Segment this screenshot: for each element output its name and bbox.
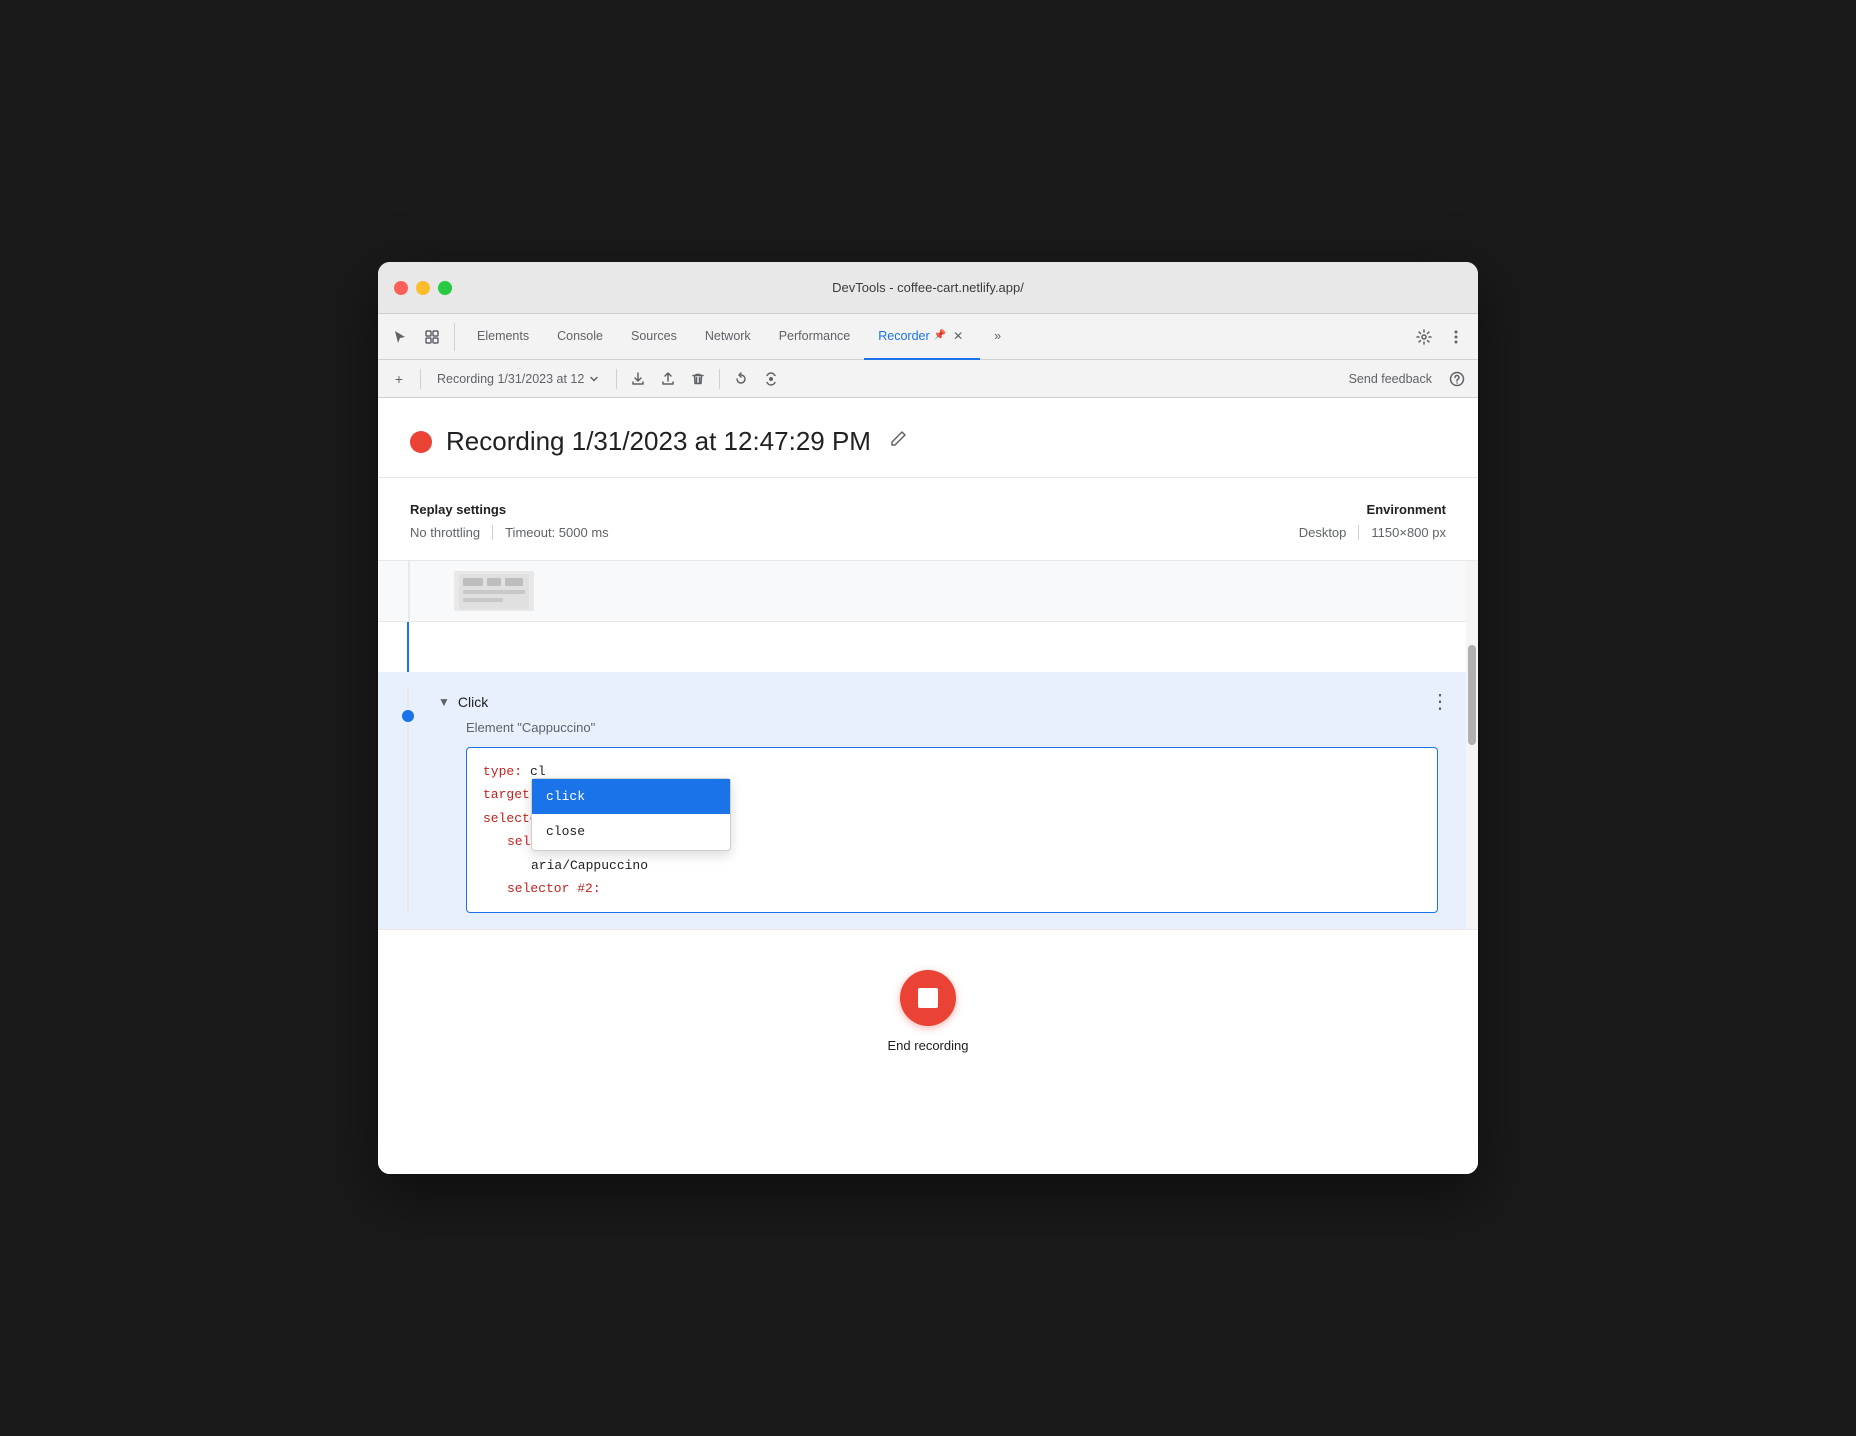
tab-more[interactable]: »	[980, 314, 1015, 360]
code-selector2-line: selector #2:	[483, 877, 1421, 900]
step-button[interactable]	[758, 366, 784, 392]
traffic-lights	[394, 281, 452, 295]
toolbar-divider-3	[719, 369, 720, 389]
delete-icon	[691, 372, 705, 386]
autocomplete-item-close[interactable]: close	[532, 814, 730, 849]
scrollbar-thumb[interactable]	[1468, 645, 1476, 745]
toolbar-divider-2	[616, 369, 617, 389]
main-content: Recording 1/31/2023 at 12:47:29 PM Repla…	[378, 398, 1478, 1174]
pin-icon: 📌	[934, 330, 946, 341]
tab-sources[interactable]: Sources	[617, 314, 691, 360]
settings-icon[interactable]	[1410, 323, 1438, 351]
devtools-panel: Elements Console Sources Network Perform…	[378, 314, 1478, 1174]
delete-button[interactable]	[685, 366, 711, 392]
fullscreen-traffic-light[interactable]	[438, 281, 452, 295]
type-key: type:	[483, 760, 522, 783]
environment-label: Environment	[1299, 502, 1446, 517]
code-editor[interactable]: type: cl target selectors sel	[466, 747, 1438, 913]
help-button[interactable]	[1444, 366, 1470, 392]
send-feedback-button[interactable]: Send feedback	[1341, 368, 1440, 390]
environment-device[interactable]: Desktop	[1299, 525, 1360, 540]
title-bar: DevTools - coffee-cart.netlify.app/	[378, 262, 1478, 314]
replay-settings-group: Replay settings No throttling Timeout: 5…	[410, 502, 609, 540]
inspect-icon[interactable]	[418, 323, 446, 351]
tab-elements[interactable]: Elements	[463, 314, 543, 360]
selector2-key: selector #2:	[507, 877, 601, 900]
edit-title-icon[interactable]	[889, 430, 907, 453]
export-icon	[631, 372, 645, 386]
window-title: DevTools - coffee-cart.netlify.app/	[832, 280, 1024, 295]
steps-area: ▼ Click ⋮ Element "Cappuccino" type: cl	[378, 561, 1478, 929]
tab-icons	[386, 323, 455, 351]
selector1-value: aria/Cappuccino	[531, 854, 648, 877]
click-step: ▼ Click ⋮ Element "Cappuccino" type: cl	[378, 672, 1478, 929]
step-more-button[interactable]: ⋮	[1426, 688, 1454, 716]
throttling-value[interactable]: No throttling	[410, 525, 493, 540]
code-selector1-value-line: aria/Cappuccino	[483, 854, 1421, 877]
step-indicator-dot	[402, 710, 414, 722]
scrollbar-track[interactable]	[1466, 561, 1478, 929]
devtools-window: DevTools - coffee-cart.netlify.app/	[378, 262, 1478, 1174]
help-icon	[1449, 371, 1465, 387]
environment-resolution: 1150×800 px	[1371, 525, 1446, 540]
import-icon	[661, 372, 675, 386]
tab-network[interactable]: Network	[691, 314, 765, 360]
more-options-icon[interactable]	[1442, 323, 1470, 351]
replay-settings-label: Replay settings	[410, 502, 609, 517]
autocomplete-dropdown[interactable]: click close	[531, 778, 731, 851]
tab-console[interactable]: Console	[543, 314, 617, 360]
import-button[interactable]	[655, 366, 681, 392]
record-indicator	[410, 431, 432, 453]
settings-values: No throttling Timeout: 5000 ms	[410, 525, 609, 540]
add-recording-button[interactable]: +	[386, 366, 412, 392]
close-traffic-light[interactable]	[394, 281, 408, 295]
replay-button[interactable]	[728, 366, 754, 392]
recording-selector[interactable]: Recording 1/31/2023 at 12	[429, 370, 608, 388]
click-step-header: ▼ Click ⋮	[438, 688, 1454, 716]
environment-group: Environment Desktop 1150×800 px	[1299, 502, 1446, 540]
tab-actions	[1410, 323, 1470, 351]
export-button[interactable]	[625, 366, 651, 392]
target-key: target	[483, 783, 530, 806]
stop-icon	[918, 988, 938, 1008]
settings-row: Replay settings No throttling Timeout: 5…	[378, 478, 1478, 561]
timeout-value[interactable]: Timeout: 5000 ms	[505, 525, 609, 540]
autocomplete-item-click[interactable]: click	[532, 779, 730, 814]
cursor-icon[interactable]	[386, 323, 414, 351]
end-recording-area: End recording	[378, 929, 1478, 1085]
minimize-traffic-light[interactable]	[416, 281, 430, 295]
end-recording-label: End recording	[888, 1038, 969, 1053]
dropdown-arrow-icon	[588, 373, 600, 385]
toolbar-divider-1	[420, 369, 421, 389]
recording-toolbar: + Recording 1/31/2023 at 12	[378, 360, 1478, 398]
end-recording-button[interactable]	[900, 970, 956, 1026]
step-icon	[764, 372, 778, 386]
replay-icon	[734, 372, 748, 386]
recording-title: Recording 1/31/2023 at 12:47:29 PM	[446, 426, 871, 457]
click-step-title: ▼ Click	[438, 694, 488, 710]
tab-recorder[interactable]: Recorder 📌 ✕	[864, 314, 980, 360]
environment-values: Desktop 1150×800 px	[1299, 525, 1446, 540]
tab-bar: Elements Console Sources Network Perform…	[378, 314, 1478, 360]
step-name: Click	[458, 694, 488, 710]
collapse-arrow-icon[interactable]: ▼	[438, 695, 450, 709]
step-thumbnail	[454, 571, 534, 611]
tab-close-icon[interactable]: ✕	[950, 328, 966, 344]
step-element: Element "Cappuccino"	[438, 720, 1454, 735]
tab-performance[interactable]: Performance	[765, 314, 865, 360]
recording-header: Recording 1/31/2023 at 12:47:29 PM	[378, 398, 1478, 478]
